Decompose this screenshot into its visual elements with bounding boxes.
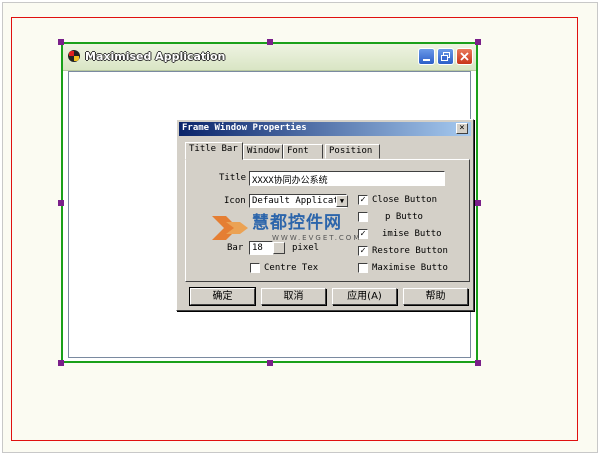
- chevron-down-icon[interactable]: ▼: [336, 195, 348, 207]
- tab-font[interactable]: Font: [283, 144, 323, 159]
- icon-label: Icon: [224, 196, 246, 206]
- restore-button-label: Restore Button: [372, 246, 448, 256]
- minimize-button[interactable]: [418, 48, 435, 65]
- centre-text-label: Centre Tex: [264, 263, 319, 273]
- close-icon: ×: [459, 123, 465, 133]
- centre-text-checkbox[interactable]: [250, 263, 260, 273]
- dialog-titlebar[interactable]: Frame Window Properties ×: [179, 122, 471, 136]
- selection-handle-top-right[interactable]: [475, 39, 481, 45]
- bar-height-input[interactable]: 18: [249, 241, 273, 255]
- apply-button[interactable]: 应用(A): [332, 288, 397, 305]
- selection-handle-bottom[interactable]: [267, 360, 273, 366]
- tab-title-bar[interactable]: Title Bar: [185, 142, 243, 160]
- dialog-close-button[interactable]: ×: [456, 123, 468, 134]
- restore-icon: [441, 52, 450, 61]
- icon-select[interactable]: Default Applicat: [249, 194, 347, 208]
- minimise-button-checkbox[interactable]: ✓: [358, 229, 368, 239]
- minimise-button-label: imise Butto: [382, 229, 442, 239]
- title-input[interactable]: XXXX协同办公系统: [249, 171, 445, 186]
- bar-label: Bar: [227, 243, 244, 253]
- minimize-icon: [423, 58, 430, 61]
- title-label: Title: [219, 173, 247, 183]
- dialog-title: Frame Window Properties: [182, 123, 307, 133]
- tab-window[interactable]: Window: [243, 144, 283, 159]
- selection-handle-left[interactable]: [58, 200, 64, 206]
- close-button-label: Close Button: [372, 195, 438, 205]
- app-titlebar[interactable]: Maximised Application: [63, 44, 476, 71]
- help-button[interactable]: 帮助: [403, 288, 468, 305]
- tab-position[interactable]: Position: [325, 144, 380, 159]
- selection-handle-top-left[interactable]: [58, 39, 64, 45]
- pixels-label: pixel: [292, 243, 320, 253]
- app-title: Maximised Application: [85, 50, 226, 63]
- help-button-label: p Butto: [385, 212, 423, 222]
- app-logo-icon: [68, 50, 80, 62]
- ok-button[interactable]: 确定: [189, 287, 256, 306]
- frame-window-properties-dialog[interactable]: Frame Window Properties × Title Bar Wind…: [176, 119, 474, 311]
- help-button-checkbox[interactable]: [358, 212, 368, 222]
- close-button[interactable]: [456, 48, 473, 65]
- cancel-button[interactable]: 取消: [261, 288, 326, 305]
- maximise-button-checkbox[interactable]: [358, 263, 368, 273]
- restore-button-checkbox[interactable]: ✓: [358, 246, 368, 256]
- restore-button[interactable]: [437, 48, 454, 65]
- close-button-checkbox[interactable]: ✓: [358, 195, 368, 205]
- bar-height-stepper[interactable]: [273, 242, 285, 254]
- selection-handle-bottom-right[interactable]: [475, 360, 481, 366]
- close-icon: [460, 52, 469, 61]
- selection-handle-right[interactable]: [475, 200, 481, 206]
- selection-handle-top[interactable]: [267, 39, 273, 45]
- maximise-button-label: Maximise Butto: [372, 263, 448, 273]
- selection-handle-bottom-left[interactable]: [58, 360, 64, 366]
